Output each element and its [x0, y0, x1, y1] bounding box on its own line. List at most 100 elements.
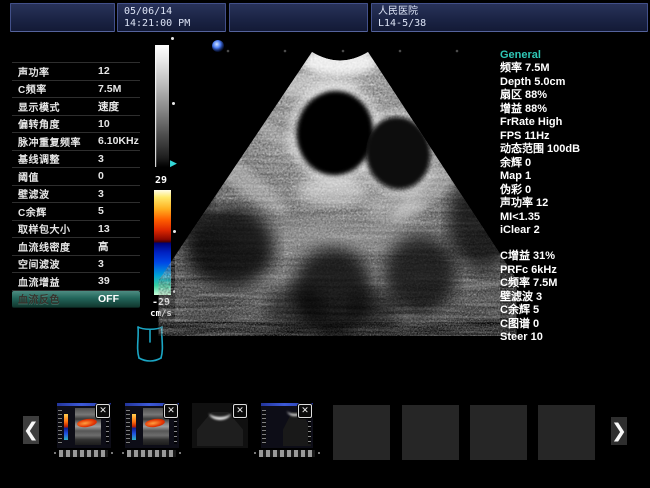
parameter-value: 速度 [98, 99, 140, 114]
info-line: PRFc 6kHz [500, 264, 650, 278]
thumbnail-empty-slot[interactable] [470, 405, 527, 460]
parameter-value: 3 [98, 153, 140, 165]
focus-marker-dot [212, 40, 224, 52]
info-line: 余辉 0 [500, 157, 650, 171]
doppler-color-bar [154, 190, 171, 295]
thumbnail-empty-slot[interactable] [538, 405, 595, 460]
info-line: 壁滤波 3 [500, 291, 650, 305]
thumbnails-next-icon[interactable]: ❯ [611, 417, 627, 445]
parameter-value: 0 [98, 170, 140, 182]
parameter-label: C余辉 [18, 204, 98, 219]
parameter-row[interactable]: 空间滤波 3 [12, 256, 140, 274]
thumb-spectrum-strip [58, 410, 62, 444]
parameter-row[interactable]: 偏转角度 10 [12, 116, 140, 134]
info-line: 伪彩 0 [500, 184, 650, 198]
info-line: Depth 5.0cm [500, 76, 650, 90]
thumbnail-close-icon[interactable]: ✕ [233, 404, 247, 418]
parameter-value: 3 [98, 188, 140, 200]
thumbnail-close-icon[interactable]: ✕ [298, 404, 312, 418]
info-line: Steer 10 [500, 331, 650, 345]
thumb-spectrum-strip [126, 410, 130, 444]
info-line: 增益 88% [500, 103, 650, 117]
parameter-label: 声功率 [18, 64, 98, 79]
baseline-marker-dot [173, 230, 176, 233]
parameter-row[interactable]: 脉冲重复频率 6.10KHz [12, 133, 140, 151]
info-line: Map 1 [500, 170, 650, 184]
parameter-row[interactable]: 显示模式 速度 [12, 98, 140, 116]
probe-model: L14-5/38 [378, 18, 641, 30]
parameter-value: 12 [98, 65, 140, 77]
info-line: FPS 11Hz [500, 130, 650, 144]
body-marker-icon [129, 320, 171, 372]
logo-box [10, 3, 115, 32]
info-line: C增益 31% [500, 250, 650, 264]
parameter-label: 壁滤波 [18, 186, 98, 201]
date-text: 05/06/14 [124, 6, 219, 18]
thumb-nearfield-arc [209, 405, 231, 420]
info-line: C图谱 0 [500, 318, 650, 332]
hospital-name: 人民医院 [378, 6, 641, 18]
thumbnail-2[interactable]: ✕ [125, 403, 179, 448]
thumb-color-bar [132, 414, 136, 440]
grayscale-bar[interactable] [155, 45, 169, 167]
ultrasound-app: 05/06/14 14:21:00 PM 人民医院 L14-5/38 声功率 1… [0, 0, 650, 488]
thumbnail-close-icon[interactable]: ✕ [96, 404, 110, 418]
parameter-row[interactable]: 阈值 0 [12, 168, 140, 186]
parameter-row[interactable]: 取样包大小 13 [12, 221, 140, 239]
info-line: 扇区 88% [500, 89, 650, 103]
parameter-label: 空间滤波 [18, 256, 98, 271]
parameter-panel: 声功率 12 C频率 7.5M 显示模式 速度 偏转角度 10 脉冲重复频率 6… [12, 62, 140, 308]
parameter-row[interactable]: C余辉 5 [12, 203, 140, 221]
parameter-label: 阈值 [18, 169, 98, 184]
parameter-value: 10 [98, 118, 140, 130]
thumbnail-close-icon[interactable]: ✕ [164, 404, 178, 418]
sector-fan [150, 42, 516, 337]
parameter-label: C频率 [18, 81, 98, 96]
thumb-spectrum-strip [262, 410, 266, 444]
thumbnail-3[interactable]: ✕ [192, 403, 248, 448]
parameter-label: 血流线密度 [18, 239, 98, 254]
parameter-label: 取样包大小 [18, 221, 98, 236]
parameter-row[interactable]: 血流反色 OFF [12, 291, 140, 309]
hospital-box: 人民医院 L14-5/38 [371, 3, 648, 32]
parameter-label: 脉冲重复频率 [18, 134, 98, 149]
parameter-row[interactable]: 声功率 12 [12, 63, 140, 81]
panel-title: General [500, 48, 650, 62]
thumb-cine-strip [259, 450, 315, 457]
thumbnails-prev-icon[interactable]: ❮ [23, 416, 39, 444]
velocity-max-label: 29 [146, 175, 176, 186]
parameter-value: 7.5M [98, 83, 140, 95]
info-line: iClear 2 [500, 224, 650, 238]
ultrasound-image[interactable] [185, 42, 490, 317]
velocity-min-label: -29 [146, 297, 176, 308]
info-line: C频率 7.5M [500, 277, 650, 291]
velocity-unit-label: cm/s [146, 309, 176, 320]
parameter-row[interactable]: 血流线密度 高 [12, 238, 140, 256]
info-line: C余辉 5 [500, 304, 650, 318]
gain-marker-dot [171, 37, 174, 40]
color-info-panel: C增益 31%PRFc 6kHzC频率 7.5M壁滤波 3C余辉 5C图谱 0S… [500, 250, 650, 345]
parameter-value: 高 [98, 239, 140, 254]
thumbnail-4[interactable]: ✕ [261, 403, 313, 448]
parameter-label: 偏转角度 [18, 116, 98, 131]
parameter-value: 6.10KHz [98, 135, 140, 147]
parameter-label: 基线调整 [18, 151, 98, 166]
parameter-value: 39 [98, 275, 140, 287]
thumbnail-empty-slot[interactable] [402, 405, 459, 460]
info-line: MI<1.35 [500, 211, 650, 225]
parameter-value: 13 [98, 223, 140, 235]
parameter-row[interactable]: 壁滤波 3 [12, 186, 140, 204]
scale-tick-dots [227, 50, 459, 53]
thumbnail-1[interactable]: ✕ [57, 403, 111, 448]
parameter-value: 5 [98, 205, 140, 217]
info-line: 声功率 12 [500, 197, 650, 211]
thumbnail-empty-slot[interactable] [333, 405, 390, 460]
parameter-row[interactable]: 基线调整 3 [12, 151, 140, 169]
tgc-marker-icon[interactable]: ▶ [170, 159, 177, 169]
gain-marker-dot [172, 102, 175, 105]
datetime-box: 05/06/14 14:21:00 PM [117, 3, 226, 32]
parameter-row[interactable]: C频率 7.5M [12, 81, 140, 99]
parameter-value: OFF [98, 293, 140, 305]
info-line: FrRate High [500, 116, 650, 130]
parameter-row[interactable]: 血流增益 39 [12, 273, 140, 291]
